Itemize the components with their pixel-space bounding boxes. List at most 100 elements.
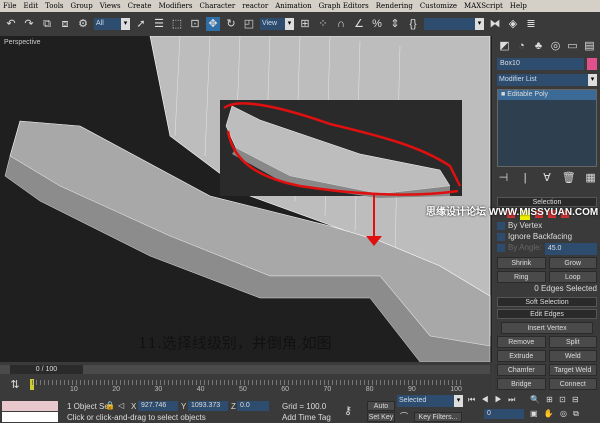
insert-vertex-button[interactable]: Insert Vertex — [501, 322, 593, 334]
move-icon[interactable]: ✥ — [206, 17, 220, 31]
chamfer-button[interactable]: Chamfer — [497, 364, 546, 376]
auto-key-button[interactable]: Auto Key — [367, 401, 395, 419]
mini-curve-editor-icon[interactable]: ⇅ — [8, 378, 22, 392]
selection-filter-dropdown[interactable]: All — [94, 18, 130, 30]
shrink-button[interactable]: Shrink — [497, 257, 546, 269]
by-angle-checkbox[interactable]: By Angle: — [497, 243, 542, 255]
perspective-viewport[interactable]: Perspective 11.选择线级别，并倒角.如图 — [0, 36, 492, 362]
rotate-icon[interactable]: ↻ — [224, 17, 238, 31]
remove-button[interactable]: Remove — [497, 336, 546, 348]
soft-selection-rollout-header[interactable]: Soft Selection — [497, 297, 597, 307]
tick: 100 — [450, 386, 462, 393]
connect-button[interactable]: Connect — [548, 378, 597, 390]
selection-status: 0 Edges Selected — [534, 284, 597, 293]
configure-modifier-sets-icon[interactable]: ▦ — [584, 171, 598, 185]
menu-modifiers[interactable]: Modifiers — [159, 2, 193, 10]
time-slider[interactable]: 0 / 100 — [10, 365, 83, 374]
menu-group[interactable]: Group — [71, 2, 93, 10]
undo-icon[interactable]: ↶ — [4, 17, 18, 31]
add-time-tag-button[interactable]: Add Time Tag — [282, 413, 331, 422]
modifier-list-dropdown[interactable]: Modifier List — [497, 74, 597, 86]
viewport-label[interactable]: Perspective — [4, 39, 41, 46]
motion-tab-icon[interactable]: ◎ — [549, 39, 562, 53]
modify-tab-icon[interactable]: ◔ — [515, 39, 528, 53]
target-weld-button[interactable]: Target Weld — [548, 364, 597, 376]
redo-icon[interactable]: ↷ — [22, 17, 36, 31]
current-frame-input[interactable]: 0 — [484, 409, 524, 419]
extrude-button[interactable]: Extrude — [497, 350, 546, 362]
by-vertex-checkbox[interactable]: By Vertex — [497, 221, 597, 232]
menu-create[interactable]: Create — [128, 2, 152, 10]
angle-spinner[interactable]: 45.0 — [544, 243, 597, 255]
snap-toggle-icon[interactable]: ∩ — [334, 17, 348, 31]
default-tangent-icon[interactable]: ⌒ — [400, 411, 408, 422]
align-icon[interactable]: ◈ — [506, 17, 520, 31]
select-by-name-icon[interactable]: ☰ — [152, 17, 166, 31]
maxscript-listener[interactable] — [2, 401, 58, 411]
tick: 30 — [154, 386, 163, 393]
hierarchy-tab-icon[interactable]: ♣ — [532, 39, 545, 53]
menu-animation[interactable]: Animation — [275, 2, 311, 10]
show-end-result-icon[interactable]: | — [518, 171, 532, 185]
angle-snap-icon[interactable]: ∠ — [352, 17, 366, 31]
menu-edit[interactable]: Edit — [23, 2, 38, 10]
display-tab-icon[interactable]: ▭ — [566, 39, 579, 53]
utilities-tab-icon[interactable]: ▤ — [583, 39, 596, 53]
split-button[interactable]: Split — [548, 336, 597, 348]
bridge-button[interactable]: Bridge — [497, 378, 546, 390]
menu-maxscript[interactable]: MAXScript — [464, 2, 503, 10]
lock-icon[interactable]: 🔒 — [105, 401, 115, 410]
set-key-button[interactable]: Set Key — [367, 412, 395, 422]
link-icon[interactable]: ⧉ — [40, 17, 54, 31]
make-unique-icon[interactable]: ∀ — [540, 171, 554, 185]
menu-customize[interactable]: Customize — [420, 2, 457, 10]
percent-snap-icon[interactable]: % — [370, 17, 384, 31]
remove-modifier-icon[interactable]: 🗑 — [562, 171, 576, 185]
time-slider-track[interactable]: 0 / 100 — [0, 365, 490, 374]
weld-button[interactable]: Weld — [548, 350, 597, 362]
mirror-icon[interactable]: ⧓ — [488, 17, 502, 31]
viewport-navigation-controls-2[interactable]: ▣ ✋ ◎ ⧉ — [530, 409, 581, 419]
menu-help[interactable]: Help — [510, 2, 527, 10]
y-coordinate[interactable]: 1093.373 — [188, 401, 228, 411]
loop-button[interactable]: Loop — [548, 271, 597, 283]
unlink-icon[interactable]: ⧈ — [58, 17, 72, 31]
spinner-snap-icon[interactable]: ⇕ — [388, 17, 402, 31]
playback-controls[interactable]: ⏮ ◀ ▶ ⏭ — [468, 395, 517, 405]
select-manipulate-icon[interactable]: ⁘ — [316, 17, 330, 31]
menu-graph-editors[interactable]: Graph Editors — [319, 2, 369, 10]
key-mode-dropdown[interactable]: Selected — [397, 395, 463, 407]
bind-space-warp-icon[interactable]: ⚙ — [76, 17, 90, 31]
viewport-navigation-controls[interactable]: 🔍 ⊞ ⊡ ⊟ — [530, 395, 581, 404]
maxscript-input[interactable] — [2, 412, 58, 422]
ignore-backfacing-checkbox[interactable]: Ignore Backfacing — [497, 232, 597, 243]
window-crossing-icon[interactable]: ⊡ — [188, 17, 202, 31]
object-color-swatch[interactable] — [587, 58, 597, 70]
rect-selection-icon[interactable]: ⬚ — [170, 17, 184, 31]
menu-views[interactable]: Views — [100, 2, 121, 10]
scale-icon[interactable]: ◰ — [242, 17, 256, 31]
ring-button[interactable]: Ring — [497, 271, 546, 283]
key-icon[interactable]: ⚷ — [344, 404, 352, 417]
z-coordinate[interactable]: 0.0 — [237, 401, 269, 411]
layer-manager-icon[interactable]: ≣ — [524, 17, 538, 31]
reference-coord-dropdown[interactable]: View — [260, 18, 294, 30]
key-filters-button[interactable]: Key Filters... — [414, 412, 462, 422]
menu-file[interactable]: File — [3, 2, 16, 10]
select-object-icon[interactable]: ➚ — [134, 17, 148, 31]
pivot-center-icon[interactable]: ⊞ — [298, 17, 312, 31]
menu-rendering[interactable]: Rendering — [376, 2, 413, 10]
absolute-mode-icon[interactable]: ◁ — [118, 401, 124, 410]
named-selection-icon[interactable]: {} — [406, 17, 420, 31]
menu-reactor[interactable]: reactor — [242, 2, 268, 10]
stack-item-editable-poly[interactable]: ■ Editable Poly — [498, 90, 596, 100]
x-coordinate[interactable]: 927.746 — [138, 401, 178, 411]
object-name-input[interactable]: Box10 — [497, 58, 584, 70]
named-selection-dropdown[interactable] — [424, 18, 484, 30]
menu-tools[interactable]: Tools — [45, 2, 63, 10]
edit-edges-rollout-header[interactable]: Edit Edges — [497, 309, 597, 319]
create-tab-icon[interactable]: ◩ — [498, 39, 511, 53]
grow-button[interactable]: Grow — [548, 257, 597, 269]
pin-stack-icon[interactable]: ⊣ — [496, 171, 510, 185]
menu-character[interactable]: Character — [199, 2, 235, 10]
